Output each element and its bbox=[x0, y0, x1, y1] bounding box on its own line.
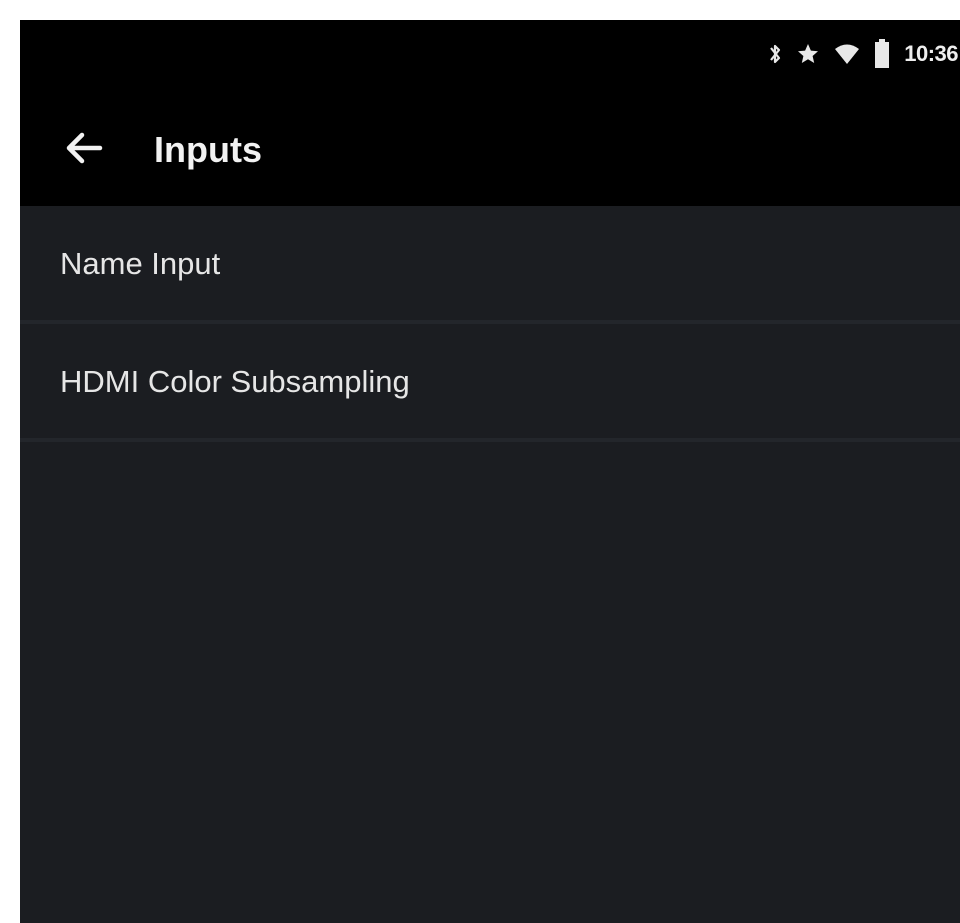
bluetooth-icon bbox=[768, 42, 782, 66]
app-bar: Inputs bbox=[20, 94, 960, 206]
status-time: 10:36 bbox=[904, 41, 958, 66]
settings-list: Name Input HDMI Color Subsampling bbox=[20, 206, 960, 442]
status-bar: 10:36 bbox=[20, 20, 960, 94]
arrow-left-icon bbox=[64, 131, 104, 170]
back-button[interactable] bbox=[58, 124, 110, 176]
list-item-name-input[interactable]: Name Input bbox=[20, 206, 960, 324]
list-item-label: Name Input bbox=[60, 246, 221, 281]
battery-icon bbox=[874, 39, 890, 69]
wifi-icon bbox=[834, 43, 860, 65]
list-item-label: HDMI Color Subsampling bbox=[60, 364, 410, 399]
screen: 10:36 Inputs Name Input HDMI Color Subsa… bbox=[20, 20, 960, 923]
page-title: Inputs bbox=[154, 129, 262, 170]
star-icon bbox=[796, 42, 820, 66]
status-icons: 10:36 bbox=[768, 36, 958, 72]
list-item-hdmi-color-subsampling[interactable]: HDMI Color Subsampling bbox=[20, 324, 960, 442]
